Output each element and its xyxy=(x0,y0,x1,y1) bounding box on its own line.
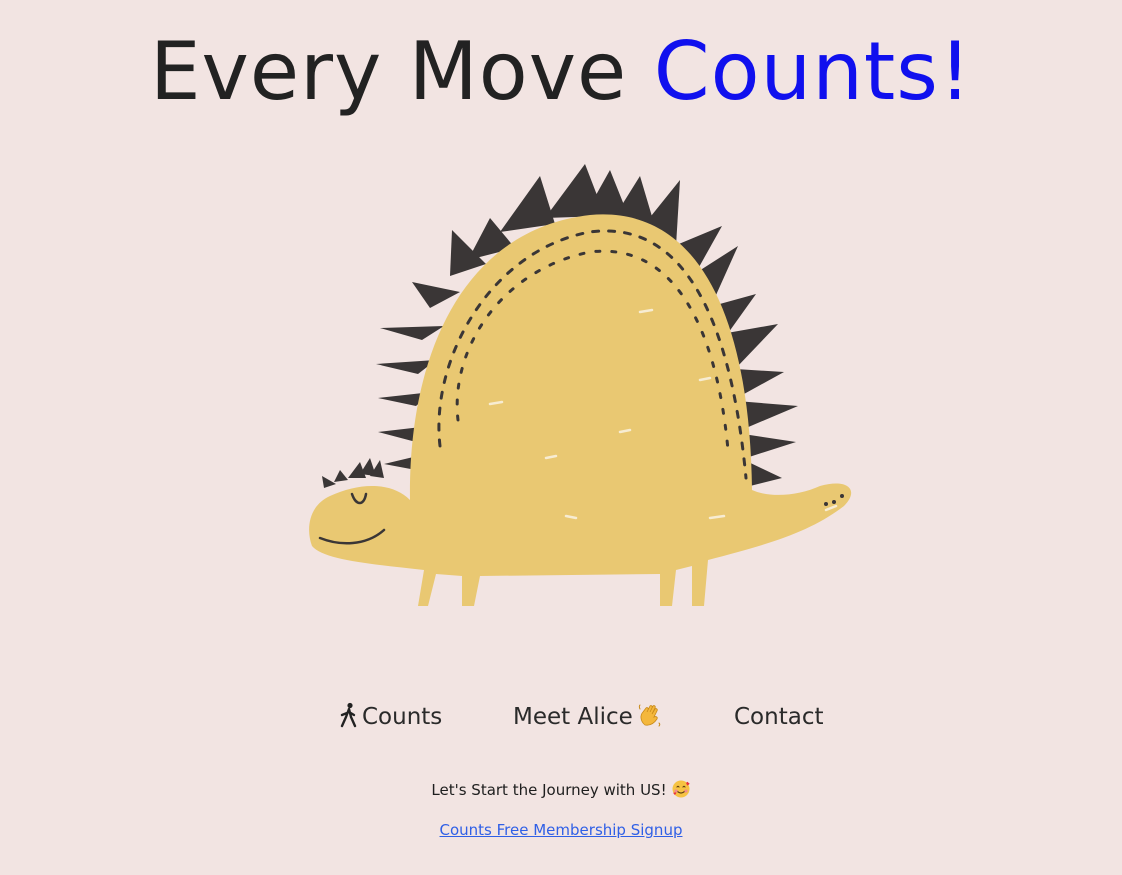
waving-hand-icon xyxy=(638,704,661,727)
signup-link-row: Counts Free Membership Signup xyxy=(0,819,1122,841)
smiling-face-with-hearts-icon xyxy=(672,780,690,798)
cta-tagline: Let's Start the Journey with US! xyxy=(0,779,1122,801)
headline-text: Every Move xyxy=(149,25,628,118)
nav-item-meet-alice[interactable]: Meet Alice xyxy=(513,700,663,734)
nav-item-counts[interactable]: Counts xyxy=(338,700,442,734)
nav-item-contact[interactable]: Contact xyxy=(734,700,823,734)
headline-accent: Counts! xyxy=(653,25,973,118)
main-nav: Counts Meet Alice Contact xyxy=(0,700,1122,734)
nav-label-meet-alice: Meet Alice xyxy=(513,704,633,730)
dinosaur-illustration xyxy=(309,164,852,606)
person-walking-icon xyxy=(340,702,357,728)
tagline-text: Let's Start the Journey with US! xyxy=(431,781,667,799)
signup-link[interactable]: Counts Free Membership Signup xyxy=(440,821,683,839)
page-title: Every Move Counts! xyxy=(0,22,1122,122)
nav-label-counts: Counts xyxy=(362,704,443,730)
nav-label-contact: Contact xyxy=(734,704,824,730)
